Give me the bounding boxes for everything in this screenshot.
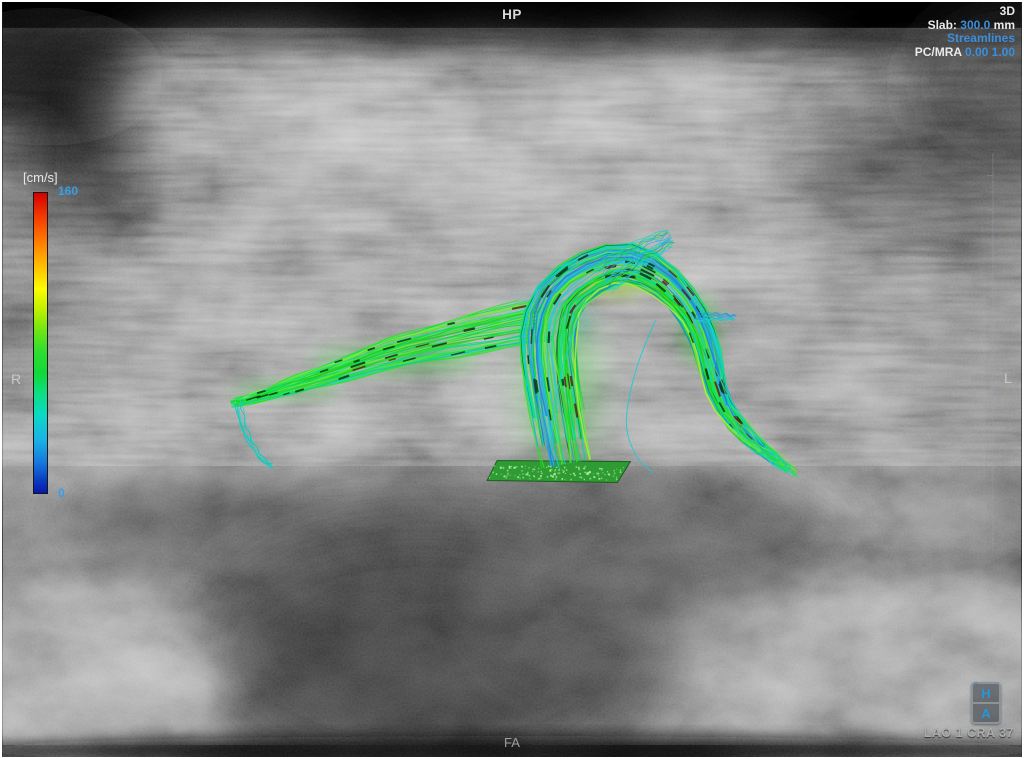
colorbar-unit-label: [cm/s] [23, 170, 58, 185]
orientation-cube-head-cell: ˆ H [973, 684, 999, 704]
sequence-info: PC/MRA 0.00 1.00 [915, 46, 1015, 60]
emitter-plane[interactable] [487, 461, 630, 483]
overlay-top-right: 3D Slab: 300.0 mm Streamlines PC/MRA 0.0… [915, 5, 1015, 59]
3d-viewport[interactable] [2, 2, 1022, 757]
mri-noise-texture [3, 2, 1022, 757]
colorbar-max-value: 160 [58, 184, 78, 198]
patient-orientation-top-label: HP [2, 7, 1022, 22]
colorbar-min-value: 0 [58, 486, 65, 500]
orientation-cube-anterior-cell: A [973, 704, 999, 722]
projection-angle-label: LAO 1 CRA 37 [924, 726, 1014, 740]
render-mode-label[interactable]: Streamlines [915, 32, 1015, 46]
orientation-label-bottom: FA [2, 735, 1022, 750]
viewer-window: HP 3D Slab: 300.0 mm Streamlines PC/MRA … [0, 0, 1024, 759]
orientation-label-left-side: L [1004, 370, 1012, 386]
orientation-cube[interactable]: ˆ H A [971, 682, 1001, 724]
velocity-colorbar [33, 192, 48, 494]
orientation-label-right-side: R [11, 371, 21, 387]
caret-icon: ˆ [974, 683, 977, 693]
view-mode-label: 3D [915, 5, 1015, 19]
slab-info: Slab: 300.0 mm [915, 19, 1015, 33]
